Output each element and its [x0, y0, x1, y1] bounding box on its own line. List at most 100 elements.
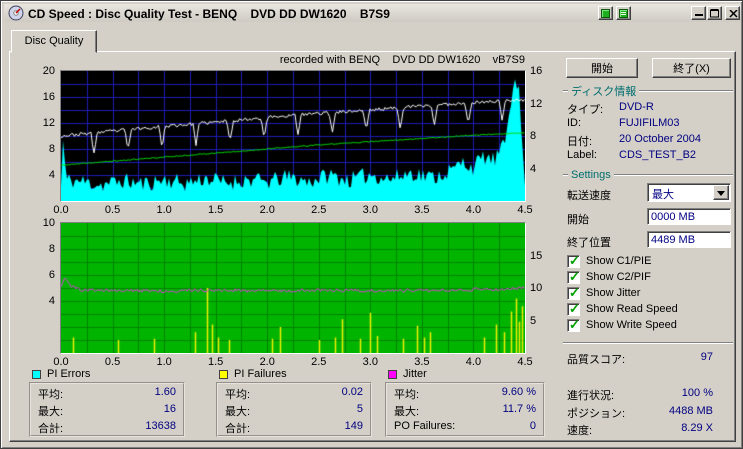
tick-label: 0.5	[104, 356, 121, 368]
pi-failures-stats-box: 平均: 0.02 最大: 5 合計: 149	[216, 382, 372, 437]
disc-id-row: ID: FUJIFILM03	[567, 117, 733, 131]
tick-label: 10	[42, 217, 55, 229]
tick-label: 4	[48, 169, 55, 181]
tick-label: 16	[530, 65, 543, 77]
tick-label: 8	[48, 143, 55, 155]
stat-row: 合計: 13638	[31, 418, 183, 435]
titlebar-tool-button-2[interactable]	[616, 6, 631, 20]
tick-label: 2.5	[311, 356, 327, 368]
quality-score-row: 品質スコア: 97	[567, 351, 713, 367]
checkbox-box[interactable]: ✓	[567, 301, 580, 316]
settings-heading: Settings	[563, 169, 733, 181]
stat-value: 0.02	[341, 386, 363, 398]
tick-label: 12	[530, 97, 543, 110]
progress-label: 進行状況:	[567, 390, 615, 402]
tick-label: 2.0	[259, 204, 275, 216]
check-icon: ✓	[569, 253, 580, 268]
stat-row: 最大: 5	[218, 401, 370, 418]
tick-label: 6	[48, 269, 55, 281]
tick-label: 4	[48, 295, 55, 307]
checkbox-box[interactable]: ✓	[567, 269, 580, 284]
disc-label-label: Label:	[567, 149, 597, 161]
stat-row: 平均: 9.60 %	[387, 384, 543, 401]
transfer-speed-selected-option: 最大	[652, 189, 674, 201]
stat-row: 合計: 149	[218, 418, 370, 435]
disc-date-value: 20 October 2004	[619, 133, 701, 145]
quality-chart-plot	[60, 70, 526, 202]
tick-label: 0.0	[53, 204, 69, 216]
disc-type-label: タイプ:	[567, 104, 604, 116]
tick-label: 4.5	[517, 204, 533, 216]
disc-label-row: Label: CDS_TEST_B2	[567, 149, 733, 163]
start-position-input[interactable]	[647, 208, 731, 225]
stat-label: PO Failures:	[394, 420, 456, 432]
disc-info-heading: ディスク情報	[563, 85, 733, 98]
checkbox-box[interactable]: ✓	[567, 317, 580, 332]
jitter-chart-right-axis: 5 10 15	[528, 223, 552, 353]
app-icon	[8, 5, 24, 21]
transfer-speed-select[interactable]: 最大	[647, 183, 731, 202]
tick-label: 1.5	[208, 356, 224, 368]
close-button[interactable]	[725, 6, 740, 20]
disc-date-row: 日付: 20 October 2004	[567, 133, 733, 148]
tick-label: 2.0	[259, 356, 275, 368]
pi-failures-color-swatch	[219, 370, 228, 379]
quality-score-value: 97	[700, 351, 713, 363]
jitter-chart-left-axis: 4 6 8 10	[29, 217, 57, 353]
start-button[interactable]: 開始	[566, 58, 638, 78]
pi-failures-legend-label: PI Failures	[234, 368, 287, 380]
start-position-label: 開始	[567, 214, 589, 226]
tick-label: 4	[530, 162, 537, 175]
stat-value: 16	[163, 403, 176, 415]
speed-value: 8.29 X	[681, 422, 713, 434]
tick-label: 3.0	[362, 356, 378, 368]
tab-label: Disc Quality	[24, 35, 84, 47]
jitter-color-swatch	[388, 370, 397, 379]
position-row: ポジション: 4488 MB	[567, 405, 713, 421]
dropdown-button[interactable]	[713, 185, 729, 200]
disc-icon	[601, 9, 610, 18]
transfer-speed-label: 転送速度	[567, 190, 611, 202]
tick-label: 16	[42, 91, 55, 103]
tick-label: 3.0	[362, 204, 378, 216]
stat-value: 9.60 %	[501, 386, 536, 398]
stat-row: PO Failures: 0	[387, 418, 543, 435]
titlebar-tool-button-1[interactable]	[598, 6, 613, 20]
maximize-button[interactable]	[707, 6, 722, 20]
stat-row: 平均: 0.02	[218, 384, 370, 401]
disc-info-heading-label: ディスク情報	[571, 86, 637, 98]
list-icon	[619, 9, 628, 18]
tick-label: 3.5	[414, 356, 430, 368]
tab-disc-quality[interactable]: Disc Quality	[11, 30, 97, 53]
end-position-input[interactable]	[647, 231, 731, 248]
check-icon: ✓	[569, 285, 580, 300]
settings-heading-label: Settings	[571, 169, 611, 181]
stat-value: 1.60	[154, 386, 176, 398]
disc-date-label: 日付:	[567, 136, 593, 148]
tick-label: 1.0	[156, 356, 172, 368]
quality-score-label: 品質スコア:	[567, 354, 626, 366]
stat-row: 最大: 16	[31, 401, 183, 418]
checkbox-box[interactable]: ✓	[567, 253, 580, 268]
stat-label: 最大:	[38, 406, 64, 418]
disc-label-value: CDS_TEST_B2	[619, 149, 697, 161]
divider	[563, 174, 568, 176]
minimize-button[interactable]	[691, 6, 706, 20]
stat-row: 最大: 11.7 %	[387, 401, 543, 418]
position-label: ポジション:	[567, 408, 626, 420]
checkbox-label: Show C1/PIE	[586, 255, 652, 267]
checkbox-label: Show Read Speed	[586, 303, 678, 315]
tick-label: 12	[42, 117, 55, 129]
stat-label: 合計:	[38, 423, 64, 435]
tick-label: 1.5	[208, 204, 224, 216]
exit-button[interactable]: 終了(X)	[652, 58, 731, 78]
quality-chart-left-axis: 4 8 12 16 20	[29, 65, 57, 201]
disc-id-label: ID:	[567, 117, 582, 129]
jitter-chart-canvas	[61, 223, 525, 353]
tick-label: 8	[48, 243, 55, 255]
close-icon	[729, 10, 738, 18]
tick-label: 4.0	[465, 204, 482, 216]
checkbox-box[interactable]: ✓	[567, 285, 580, 300]
disc-id-value: FUJIFILM03	[619, 117, 680, 129]
divider	[613, 174, 733, 176]
